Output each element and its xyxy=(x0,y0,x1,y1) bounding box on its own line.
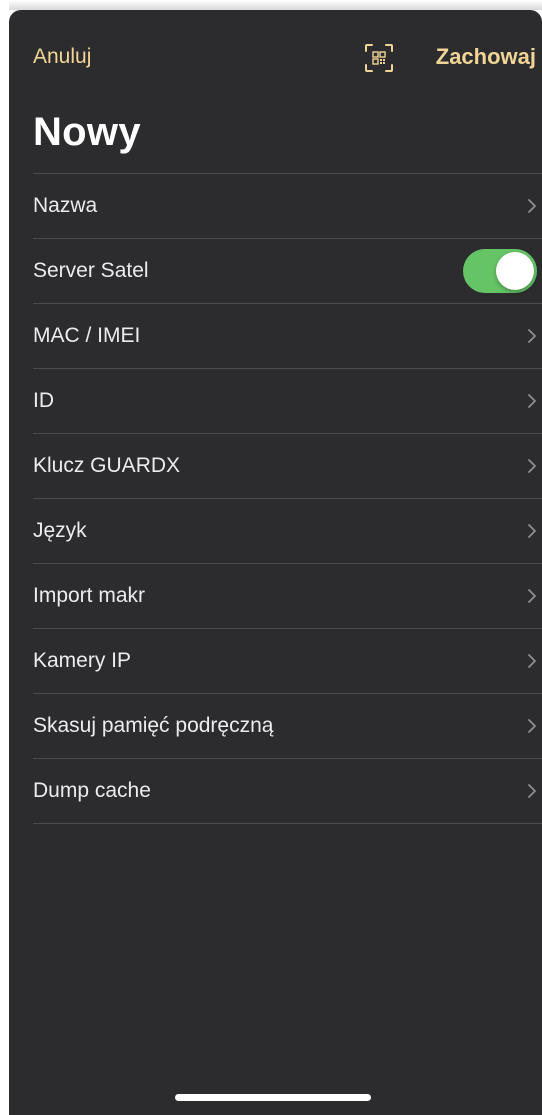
list-item-label: Nazwa xyxy=(33,194,98,217)
list-item-mac-imei[interactable]: MAC / IMEI xyxy=(33,303,542,368)
list-item-label: Skasuj pamięć podręczną xyxy=(33,714,274,737)
navigation-bar: Anuluj Zachowaj xyxy=(9,10,542,105)
list-item-dump-cache[interactable]: Dump cache xyxy=(33,758,542,824)
top-strip-shadow xyxy=(9,0,542,10)
list-item-label: Dump cache xyxy=(33,779,151,802)
list-item-klucz-guardx[interactable]: Klucz GUARDX xyxy=(33,433,542,498)
chevron-right-icon xyxy=(528,589,536,603)
list-item-kamery-ip[interactable]: Kamery IP xyxy=(33,628,542,693)
settings-list: Nazwa Server Satel MAC / IMEI ID Klucz G… xyxy=(33,173,542,824)
cancel-button[interactable]: Anuluj xyxy=(33,45,91,69)
list-item-nazwa[interactable]: Nazwa xyxy=(33,173,542,238)
toggle-knob xyxy=(496,252,534,290)
list-item-server-satel: Server Satel xyxy=(33,238,542,303)
chevron-right-icon xyxy=(528,654,536,668)
save-button[interactable]: Zachowaj xyxy=(436,44,536,70)
list-item-label: Klucz GUARDX xyxy=(33,454,181,477)
page-title: Nowy xyxy=(33,110,141,154)
modal-sheet: Anuluj Zachowaj Nowy Nazwa Server Satel … xyxy=(9,10,542,1115)
list-item-id[interactable]: ID xyxy=(33,368,542,433)
list-item-label: MAC / IMEI xyxy=(33,324,141,347)
chevron-right-icon xyxy=(528,524,536,538)
list-item-label: ID xyxy=(33,389,54,412)
server-satel-toggle[interactable] xyxy=(463,249,537,293)
list-item-label: Server Satel xyxy=(33,259,149,282)
chevron-right-icon xyxy=(528,719,536,733)
chevron-right-icon xyxy=(528,329,536,343)
qr-scan-icon xyxy=(365,44,393,72)
chevron-right-icon xyxy=(528,394,536,408)
list-item-import-makr[interactable]: Import makr xyxy=(33,563,542,628)
list-item-skasuj-pamiec[interactable]: Skasuj pamięć podręczną xyxy=(33,693,542,758)
list-item-label: Język xyxy=(33,519,87,542)
list-item-label: Import makr xyxy=(33,584,146,607)
chevron-right-icon xyxy=(528,459,536,473)
list-item-label: Kamery IP xyxy=(33,649,132,672)
top-strip xyxy=(0,0,542,10)
chevron-right-icon xyxy=(528,199,536,213)
list-item-jezyk[interactable]: Język xyxy=(33,498,542,563)
chevron-right-icon xyxy=(528,784,536,798)
qr-scan-button[interactable] xyxy=(364,43,394,73)
home-indicator[interactable] xyxy=(175,1094,371,1101)
